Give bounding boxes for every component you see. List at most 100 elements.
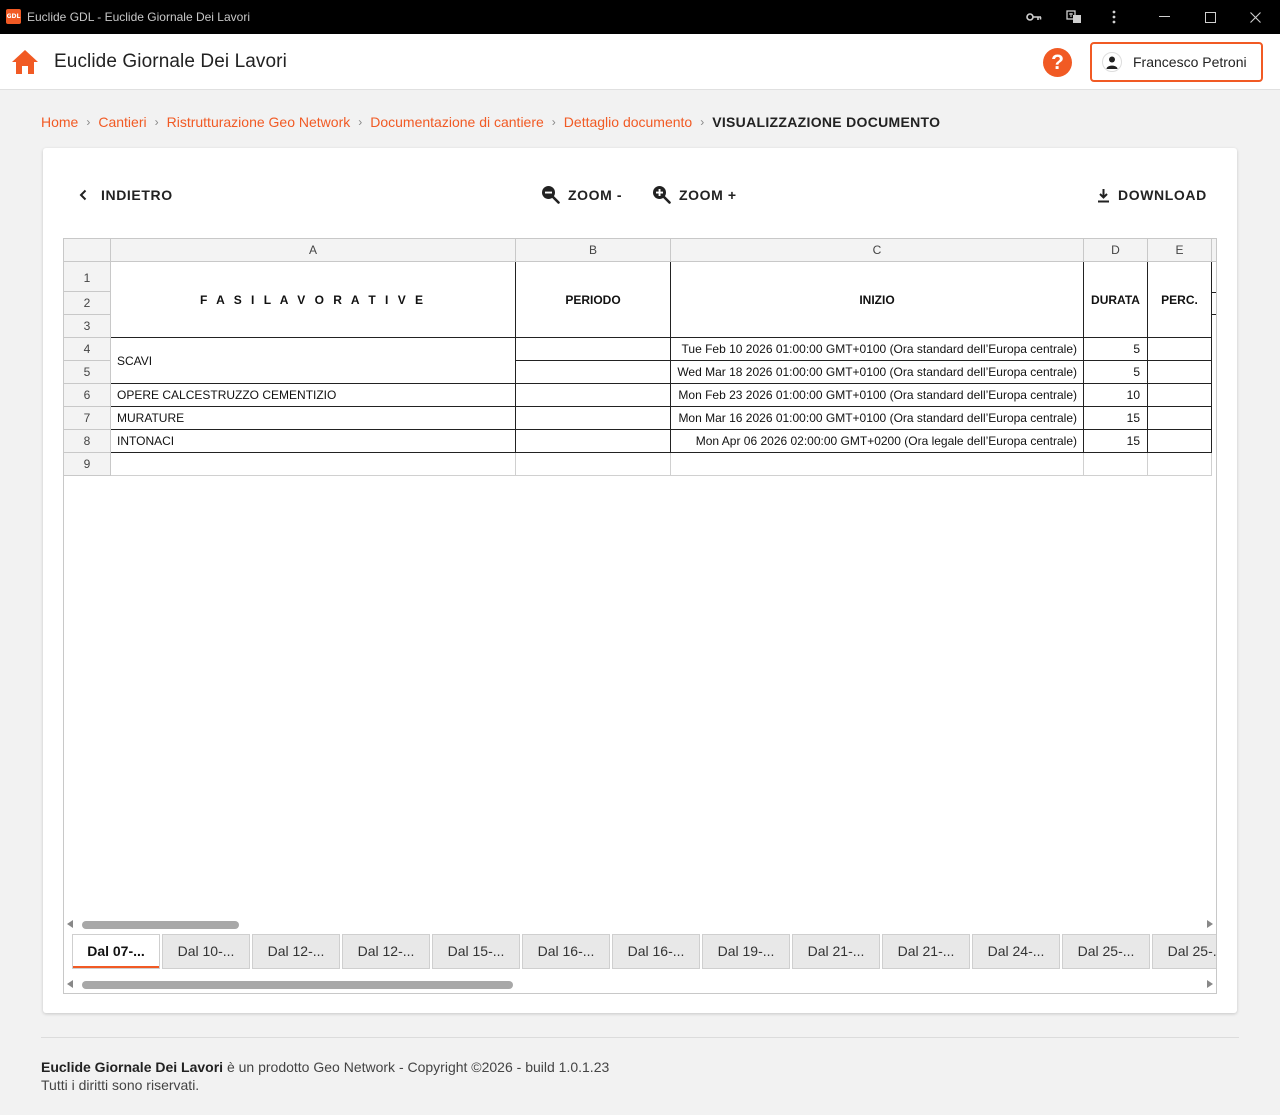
row-header[interactable]: 2 xyxy=(64,292,111,315)
row-header[interactable]: 7 xyxy=(64,407,111,430)
cell-e5[interactable] xyxy=(1148,361,1212,384)
breadcrumb-home[interactable]: Home xyxy=(41,114,78,130)
zoom-in-label: ZOOM + xyxy=(679,186,737,203)
cell-a4[interactable]: SCAVI xyxy=(111,338,516,384)
header-cell-fasi[interactable]: F A S I L A V O R A T I V E xyxy=(111,262,516,338)
cell-c4[interactable]: Tue Feb 10 2026 01:00:00 GMT+0100 (Ora s… xyxy=(671,338,1084,361)
sheet-tab[interactable]: Dal 16-... xyxy=(522,934,610,969)
breadcrumb: Home › Cantieri › Ristrutturazione Geo N… xyxy=(41,113,940,131)
cell-c7[interactable]: Mon Mar 16 2026 01:00:00 GMT+0100 (Ora s… xyxy=(671,407,1084,430)
scroll-left-icon[interactable] xyxy=(67,920,73,928)
cell-d8[interactable]: 15 xyxy=(1084,430,1148,453)
cell-c6[interactable]: Mon Feb 23 2026 01:00:00 GMT+0100 (Ora s… xyxy=(671,384,1084,407)
grid-horizontal-scrollbar[interactable] xyxy=(64,917,1216,931)
cell-a7[interactable]: MURATURE xyxy=(111,407,516,430)
breadcrumb-separator: › xyxy=(154,115,159,129)
breadcrumb-documentation[interactable]: Documentazione di cantiere xyxy=(370,114,544,130)
column-header[interactable]: D xyxy=(1084,239,1148,262)
tabs-horizontal-scrollbar[interactable] xyxy=(64,977,1216,991)
scrollbar-thumb[interactable] xyxy=(82,921,239,929)
row-header[interactable]: 6 xyxy=(64,384,111,407)
back-button[interactable]: INDIETRO xyxy=(79,187,173,203)
zoom-in-icon xyxy=(653,186,671,204)
header-cell-periodo[interactable]: PERIODO xyxy=(516,262,671,338)
sheet-tab[interactable]: Dal 21-... xyxy=(882,934,970,969)
header-cell-perc[interactable]: PERC. xyxy=(1148,262,1212,338)
more-vert-icon[interactable] xyxy=(1091,0,1137,34)
window-titlebar: GDL Euclide GDL - Euclide Giornale Dei L… xyxy=(0,0,1280,34)
zoom-out-button[interactable]: ZOOM - xyxy=(541,185,622,204)
cell-a9[interactable] xyxy=(111,453,516,476)
cell-c8[interactable]: Mon Apr 06 2026 02:00:00 GMT+0200 (Ora l… xyxy=(671,430,1084,453)
cell-e7[interactable] xyxy=(1148,407,1212,430)
maximize-icon[interactable] xyxy=(1187,0,1233,34)
row-header[interactable]: 3 xyxy=(64,315,111,338)
row-header[interactable]: 5 xyxy=(64,361,111,384)
sheet-tab[interactable]: Dal 21-... xyxy=(792,934,880,969)
cell-a8[interactable]: INTONACI xyxy=(111,430,516,453)
sheet-tab[interactable]: Dal 12-... xyxy=(342,934,430,969)
cell-d5[interactable]: 5 xyxy=(1084,361,1148,384)
cell-e6[interactable] xyxy=(1148,384,1212,407)
scrollbar-thumb[interactable] xyxy=(82,981,513,989)
cell-d6[interactable]: 10 xyxy=(1084,384,1148,407)
cell-b5[interactable] xyxy=(516,361,671,384)
sheet-tab[interactable]: Dal 10-... xyxy=(162,934,250,969)
cell-c9[interactable] xyxy=(671,453,1084,476)
zoom-out-icon xyxy=(542,186,560,204)
scroll-right-icon[interactable] xyxy=(1207,980,1213,988)
cell-d7[interactable]: 15 xyxy=(1084,407,1148,430)
minimize-icon[interactable] xyxy=(1141,0,1187,34)
sheet-tab[interactable]: Dal 12-... xyxy=(252,934,340,969)
column-header[interactable]: B xyxy=(516,239,671,262)
cell-d4[interactable]: 5 xyxy=(1084,338,1148,361)
cell-b4[interactable] xyxy=(516,338,671,361)
column-header[interactable]: A xyxy=(111,239,516,262)
person-icon xyxy=(1102,52,1122,72)
zoom-out-label: ZOOM - xyxy=(568,186,623,203)
back-label: INDIETRO xyxy=(101,187,173,203)
zoom-in-button[interactable]: ZOOM + xyxy=(652,185,737,204)
cell-b6[interactable] xyxy=(516,384,671,407)
window-title: Euclide GDL - Euclide Giornale Dei Lavor… xyxy=(27,10,250,24)
user-menu-button[interactable]: Francesco Petroni xyxy=(1090,42,1263,82)
row-header[interactable]: 9 xyxy=(64,453,111,476)
help-icon[interactable]: ? xyxy=(1043,48,1072,77)
column-header[interactable]: C xyxy=(671,239,1084,262)
cell-e9[interactable] xyxy=(1148,453,1212,476)
breadcrumb-separator: › xyxy=(700,115,705,129)
cell-e8[interactable] xyxy=(1148,430,1212,453)
breadcrumb-document-detail[interactable]: Dettaglio documento xyxy=(564,114,692,130)
breadcrumb-project[interactable]: Ristrutturazione Geo Network xyxy=(167,114,351,130)
breadcrumb-current: VISUALIZZAZIONE DOCUMENTO xyxy=(712,114,941,130)
header-cell-durata[interactable]: DURATA xyxy=(1084,262,1148,338)
app-logo-icon: GDL xyxy=(6,9,21,24)
sheet-tab[interactable]: Dal 19-... xyxy=(702,934,790,969)
cell-e4[interactable] xyxy=(1148,338,1212,361)
sheet-tab[interactable]: Dal 24-... xyxy=(972,934,1060,969)
home-icon[interactable] xyxy=(11,49,39,75)
sheet-tab[interactable]: Dal 15-... xyxy=(432,934,520,969)
header-cell-inizio[interactable]: INIZIO xyxy=(671,262,1084,338)
download-button[interactable]: DOWNLOAD xyxy=(1097,187,1207,203)
scroll-left-icon[interactable] xyxy=(67,980,73,988)
cell-a6[interactable]: OPERE CALCESTRUZZO CEMENTIZIO xyxy=(111,384,516,407)
sheet-tab[interactable]: Dal 25-... xyxy=(1062,934,1150,969)
column-header[interactable]: E xyxy=(1148,239,1212,262)
cell-c5[interactable]: Wed Mar 18 2026 01:00:00 GMT+0100 (Ora s… xyxy=(671,361,1084,384)
download-label: DOWNLOAD xyxy=(1118,187,1207,203)
row-header[interactable]: 8 xyxy=(64,430,111,453)
close-icon[interactable] xyxy=(1232,0,1278,34)
cell-b9[interactable] xyxy=(516,453,671,476)
sheet-tab[interactable]: Dal 07-... xyxy=(72,934,160,969)
row-header[interactable]: 1 xyxy=(64,262,111,292)
sheet-tab[interactable]: Dal 16-... xyxy=(612,934,700,969)
sheet-tabs: Dal 07-... Dal 10-... Dal 12-... Dal 12-… xyxy=(64,932,1216,970)
cell-b8[interactable] xyxy=(516,430,671,453)
sheet-tab[interactable]: Dal 25-... xyxy=(1152,934,1216,969)
cell-d9[interactable] xyxy=(1084,453,1148,476)
row-header[interactable]: 4 xyxy=(64,338,111,361)
scroll-right-icon[interactable] xyxy=(1207,920,1213,928)
cell-b7[interactable] xyxy=(516,407,671,430)
breadcrumb-cantieri[interactable]: Cantieri xyxy=(98,114,146,130)
